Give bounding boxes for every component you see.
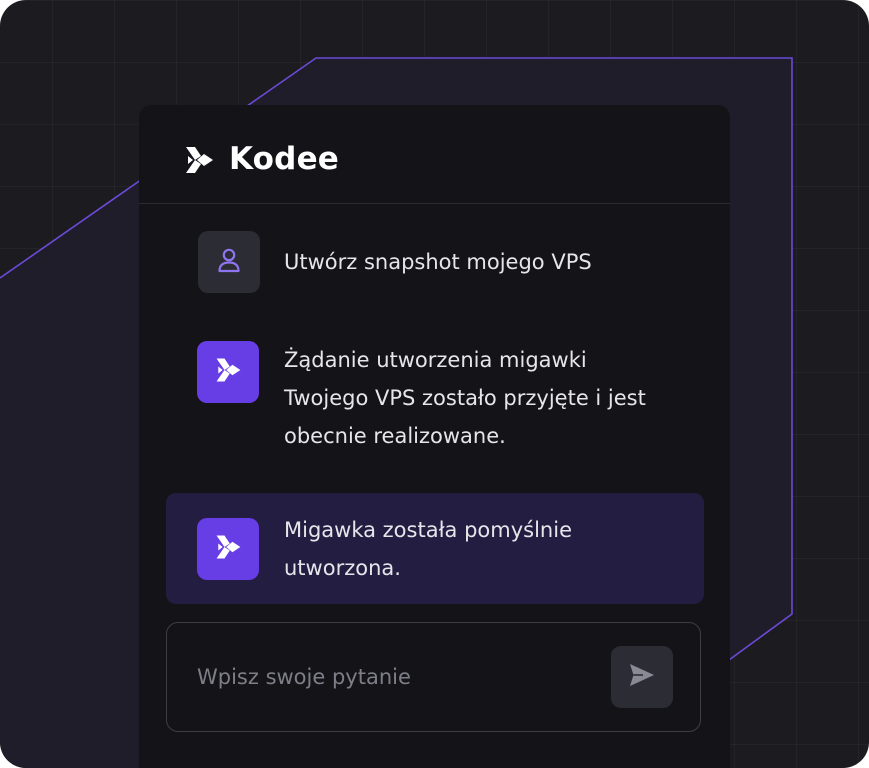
- user-icon: [215, 246, 243, 278]
- chat-message-assistant-highlighted: Migawka została pomyślnie utworzona.: [166, 493, 704, 604]
- assistant-avatar: [197, 518, 259, 580]
- chat-window: Kodee Utwórz snapshot mojego VPS Żądanie…: [139, 105, 730, 768]
- brand-name: Kodee: [229, 141, 340, 177]
- user-avatar: [198, 231, 260, 293]
- input-placeholder: Wpisz swoje pytanie: [197, 665, 411, 689]
- message-text: Żądanie utworzenia migawki Twojego VPS z…: [284, 348, 646, 448]
- kodee-logo-icon: [213, 355, 243, 389]
- kodee-logo-icon: [213, 532, 243, 566]
- kodee-logo-icon: [182, 143, 216, 177]
- app-frame: Kodee Utwórz snapshot mojego VPS Żądanie…: [0, 0, 869, 768]
- send-button[interactable]: [611, 646, 673, 708]
- message-text: Migawka została pomyślnie utworzona.: [284, 518, 572, 580]
- assistant-avatar: [197, 341, 259, 403]
- question-input[interactable]: Wpisz swoje pytanie: [166, 622, 701, 732]
- send-icon: [627, 660, 657, 694]
- chat-header: Kodee: [139, 105, 730, 204]
- message-text: Utwórz snapshot mojego VPS: [284, 250, 592, 274]
